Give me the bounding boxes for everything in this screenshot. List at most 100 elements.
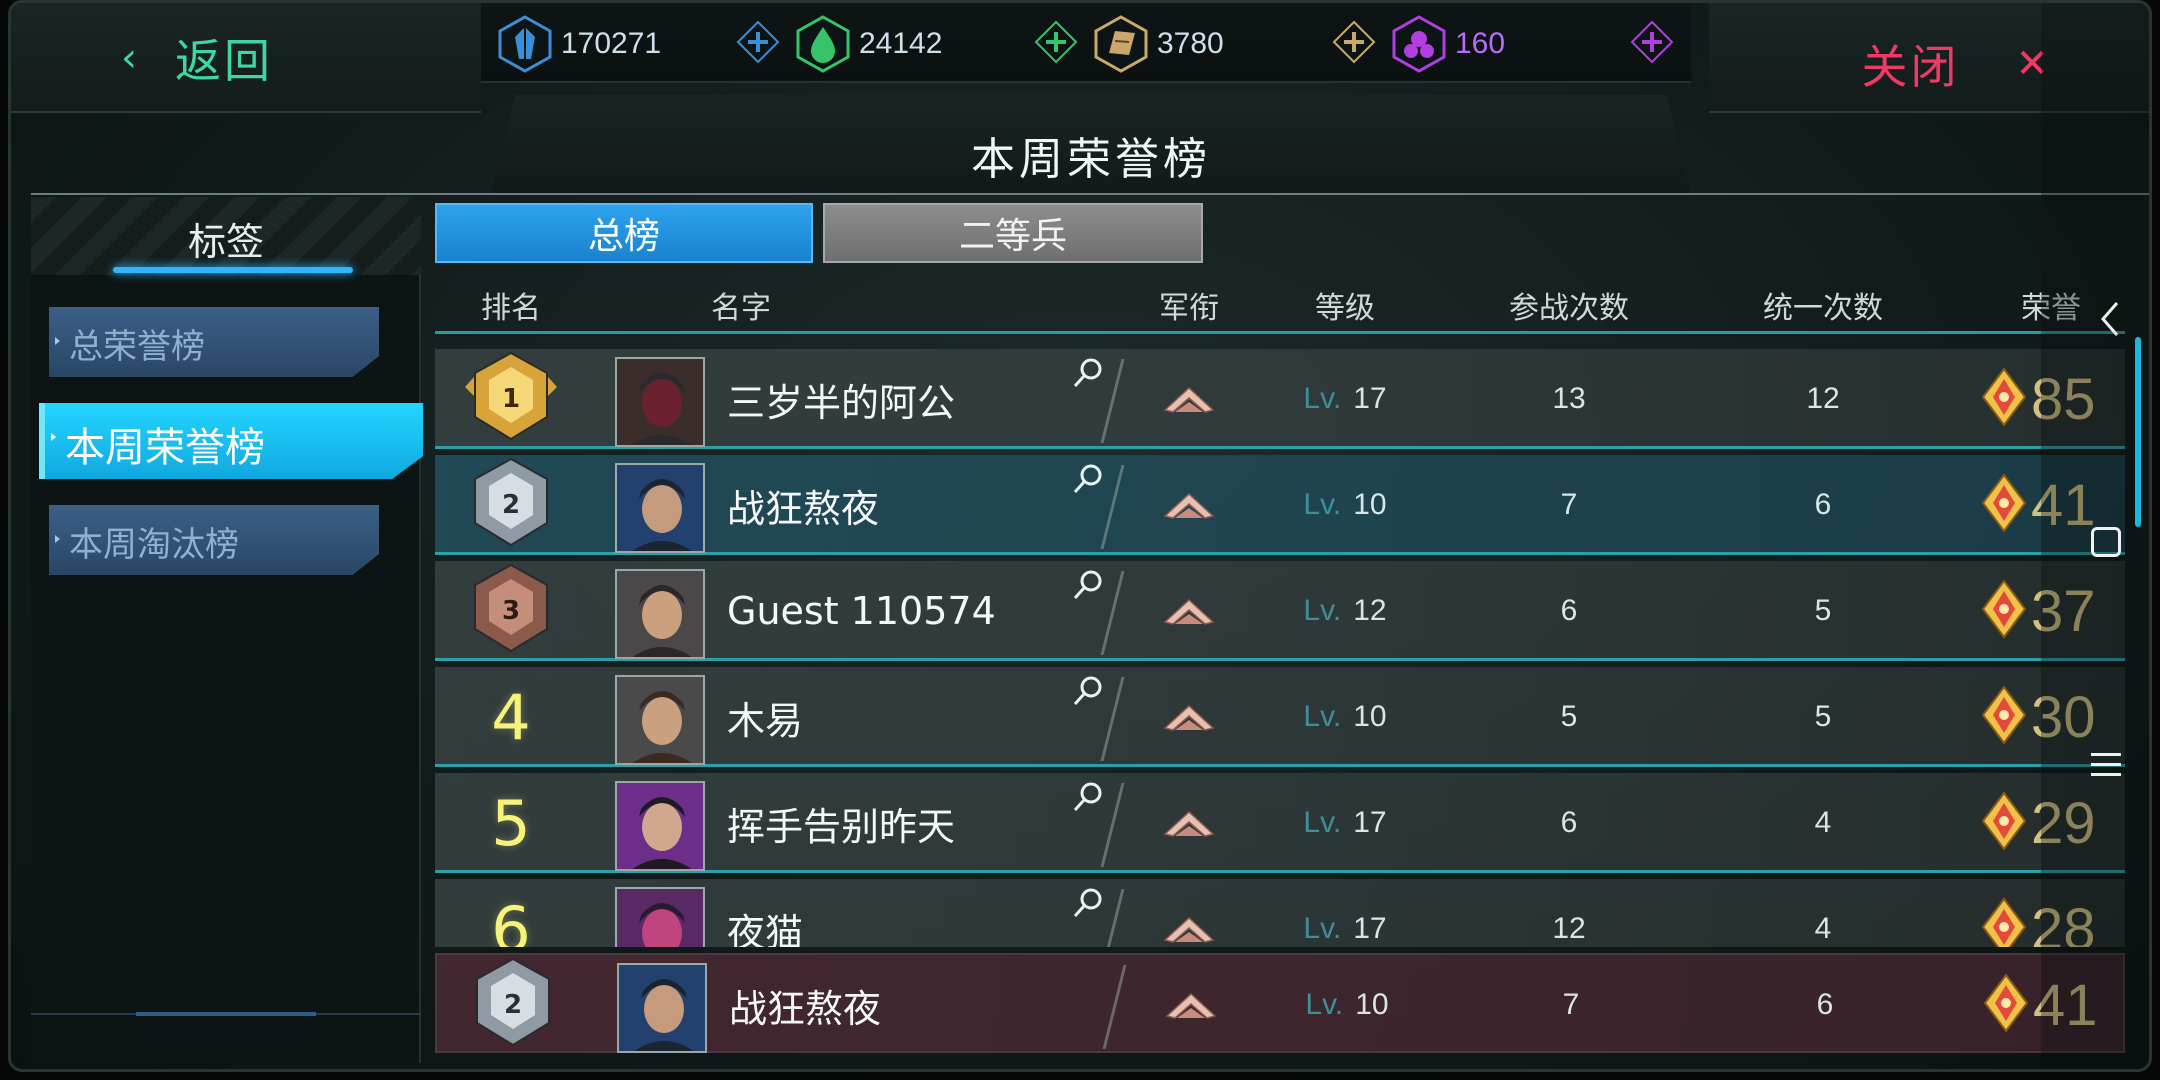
level-value: 17 [1353,912,1387,945]
player-name: 夜猫 [727,910,804,948]
table-row[interactable]: 5 挥手告别昨天 Lv. 17 6 4 29 [435,773,2125,873]
nav-back-icon[interactable] [2095,299,2125,339]
svg-text:2: 2 [504,990,522,1020]
rank-cell: 1 [441,349,581,449]
bottom-decoration [211,1069,2011,1072]
honor-icon [1981,685,2027,749]
honor-icon [1981,473,2027,537]
honor-icon [1981,367,2027,431]
table-row[interactable]: 1 三岁半的阿公 Lv. 17 13 12 85 [435,349,2125,449]
column-header-name: 名字 [711,291,771,326]
green-drop-icon [795,15,851,73]
search-icon[interactable] [1071,567,1107,603]
avatar[interactable] [617,963,707,1053]
svg-text:2: 2 [502,490,520,520]
my-rank-row: 2 战狂熬夜 Lv. 10 7 6 41 [435,953,2125,1053]
tab-overall[interactable]: 总榜 [435,203,813,263]
table-header-divider [435,331,2125,334]
level-value: 10 [1355,988,1389,1021]
honor-icon [1983,973,2029,1037]
search-icon[interactable] [1071,461,1107,497]
avatar[interactable] [615,675,705,765]
battles-count: 7 [1562,988,1580,1021]
resource-gold-scroll: 3780 [1093,15,1224,73]
sidebar-item-label: 本周荣誉榜 [65,425,265,471]
rank-cell: 6 [441,879,581,948]
sidebar: 标签 总荣誉榜 本周荣誉榜 本周淘汰榜 [31,197,423,1063]
sidebar-header: 标签 [31,197,421,275]
list-scrollbar[interactable] [2135,337,2141,527]
level-cell: Lv. 10 [1303,455,1386,555]
player-name: 木易 [727,698,804,743]
unified-count: 6 [1816,988,1834,1021]
level-cell: Lv. 17 [1303,773,1386,873]
resource-purple-gem: 160 [1391,15,1505,73]
column-header-rank: 排名 [481,291,541,326]
top-left-panel: ‹ 返回 [11,3,481,113]
battles-count: 12 [1552,912,1586,945]
rank-cell: 4 [441,667,581,767]
rank-cell: 3 [441,561,581,661]
level-cell: Lv. 10 [1303,667,1386,767]
honor-icon [1981,897,2027,947]
column-separator [1102,965,1127,1049]
search-icon[interactable] [1071,779,1107,815]
table-row[interactable]: 2 战狂熬夜 Lv. 10 7 6 41 [435,455,2125,555]
battles-count: 6 [1560,594,1578,627]
add-resource-button[interactable] [1629,19,1675,65]
avatar[interactable] [615,357,705,447]
battles-count: 7 [1560,488,1578,521]
level-prefix: Lv. [1303,594,1342,627]
gold-scroll-icon [1093,15,1149,73]
honor-icon [1981,791,2027,855]
player-name: 战狂熬夜 [729,986,882,1031]
military-rank-icon [1161,879,1217,947]
table-row[interactable]: 6 夜猫 Lv. 17 12 4 28 [435,879,2125,947]
sidebar-header-label: 标签 [187,220,264,264]
resource-value: 24142 [859,27,943,60]
level-cell: Lv. 12 [1303,561,1386,661]
battles-count: 5 [1560,700,1578,733]
table-row[interactable]: 3 Guest 110574 Lv. 12 6 5 37 [435,561,2125,661]
search-icon[interactable] [1071,355,1107,391]
level-value: 17 [1353,382,1387,415]
rank-number: 5 [491,786,531,860]
resource-value: 160 [1455,27,1506,60]
honor-icon [1981,579,2027,643]
nav-home-icon[interactable] [2091,527,2121,557]
avatar[interactable] [615,569,705,659]
silver-medal-icon: 2 [457,953,569,1057]
sidebar-item-weekly-honor[interactable]: 本周荣誉榜 [39,403,423,479]
back-button[interactable]: ‹ 返回 [121,25,273,91]
level-value: 12 [1353,594,1387,627]
silver-medal-icon: 2 [455,453,567,557]
player-name: 战狂熬夜 [727,486,880,531]
rank-cell: 5 [441,773,581,873]
avatar[interactable] [615,463,705,553]
close-button[interactable]: 关闭 ✕ [1861,31,2049,97]
add-resource-button[interactable] [1033,19,1079,65]
sidebar-item-total-honor[interactable]: 总荣誉榜 [49,307,379,377]
ranking-list[interactable]: 1 三岁半的阿公 Lv. 17 13 12 85 2 战狂熬夜 Lv. 10 7 6 41 3 Gu… [435,349,2125,947]
add-resource-button[interactable] [1331,19,1377,65]
sidebar-item-weekly-elimination[interactable]: 本周淘汰榜 [49,505,379,575]
player-name: 挥手告别昨天 [727,804,956,849]
svg-text:1: 1 [502,384,520,414]
military-rank-icon [1163,955,1219,1055]
level-value: 10 [1353,488,1387,521]
level-prefix: Lv. [1305,988,1344,1021]
arrow-icon [51,433,56,441]
add-resource-button[interactable] [735,19,781,65]
table-row[interactable]: 4 木易 Lv. 10 5 5 30 [435,667,2125,767]
search-icon[interactable] [1071,673,1107,709]
nav-menu-icon[interactable] [2091,753,2121,779]
avatar[interactable] [615,781,705,871]
avatar[interactable] [615,887,705,947]
military-rank-icon [1161,667,1217,767]
search-icon[interactable] [1071,885,1107,921]
military-rank-icon [1161,561,1217,661]
battles-count: 13 [1552,382,1586,415]
tab-private[interactable]: 二等兵 [823,203,1203,263]
bronze-medal-icon: 3 [455,559,567,663]
player-name: 三岁半的阿公 [727,380,956,425]
